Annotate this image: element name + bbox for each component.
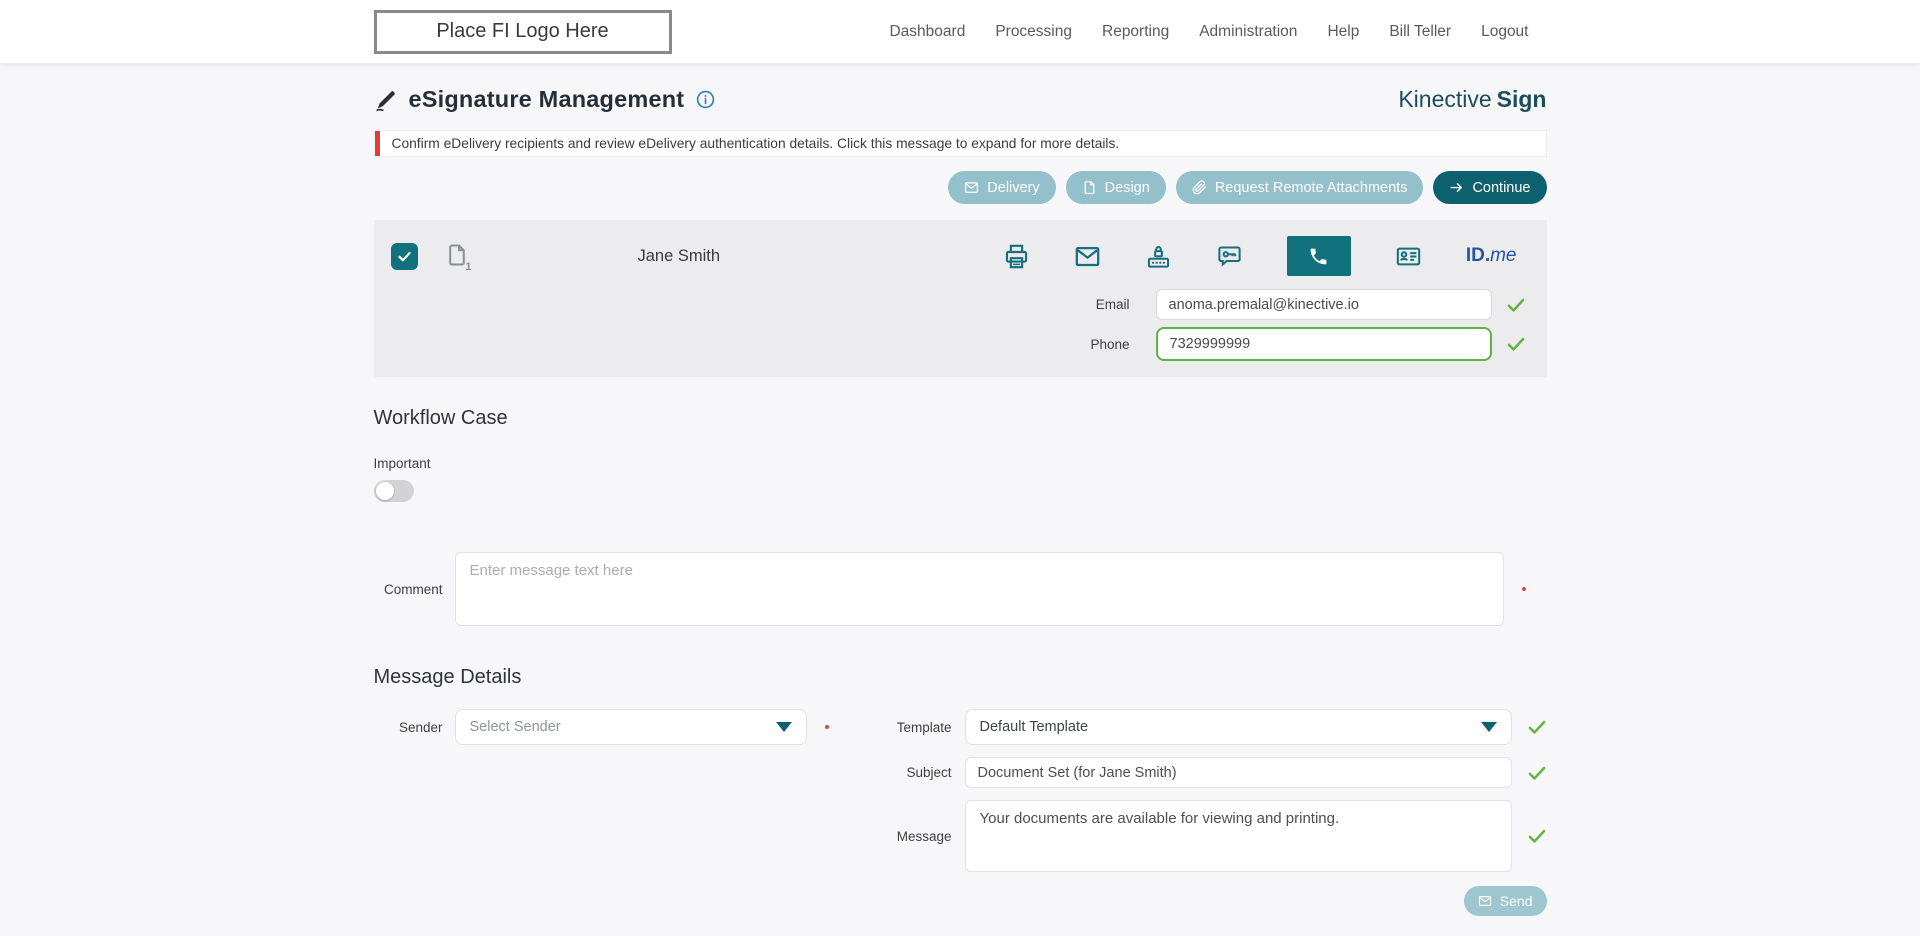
recipient-card: 1 Jane Smith ID.me Email anoma.premalal@… (373, 220, 1547, 377)
phone-valid-check-icon (1506, 334, 1526, 354)
sender-select-value: Select Sender (469, 719, 561, 735)
template-valid-check-icon (1527, 717, 1547, 737)
phone-auth-selected[interactable] (1286, 236, 1351, 276)
comment-textarea[interactable] (454, 552, 1504, 626)
workflow-case-heading: Workflow Case (373, 407, 508, 429)
subject-input[interactable] (964, 757, 1512, 788)
id-card-icon[interactable] (1395, 243, 1422, 270)
recipient-row: 1 Jane Smith ID.me (374, 230, 1547, 282)
document-count-icon[interactable]: 1 (445, 241, 472, 273)
continue-button[interactable]: Continue (1433, 171, 1547, 204)
action-button-row: Delivery Design Request Remote Attachmen… (374, 171, 1547, 204)
nav-logout[interactable]: Logout (1481, 23, 1528, 41)
fi-logo-text: Place FI Logo Here (436, 20, 609, 42)
brand-logo: Kinective Sign (1398, 86, 1546, 113)
subject-valid-check-icon (1527, 763, 1547, 783)
message-label: Message (896, 828, 952, 844)
main-nav: Dashboard Processing Reporting Administr… (889, 23, 1546, 41)
email-label: Email (1095, 297, 1130, 312)
template-label: Template (896, 719, 952, 735)
print-icon[interactable] (1003, 243, 1030, 270)
important-toggle[interactable] (373, 480, 414, 502)
delivery-method-icons: ID.me (1003, 236, 1517, 276)
check-icon (397, 251, 411, 261)
envelope-icon (965, 182, 979, 193)
email-row: Email (374, 289, 1547, 320)
message-textarea[interactable]: Your documents are available for viewing… (964, 800, 1512, 872)
top-nav-bar: Place FI Logo Here Dashboard Processing … (0, 0, 1920, 63)
paperclip-icon (1192, 180, 1206, 195)
delivery-button-label: Delivery (987, 179, 1040, 196)
send-button[interactable]: Send (1463, 886, 1547, 916)
comment-row: Comment (374, 552, 1547, 626)
important-label: Important (373, 456, 431, 471)
idme-suffix-text: me (1490, 245, 1517, 266)
request-remote-attachments-label: Request Remote Attachments (1214, 179, 1408, 196)
sms-passcode-icon[interactable] (1216, 243, 1243, 270)
idme-brand-text: ID. (1465, 245, 1491, 266)
message-valid-check-icon (1527, 826, 1547, 846)
nav-processing[interactable]: Processing (995, 23, 1072, 41)
document-icon (1084, 180, 1095, 195)
nav-user-bill-teller[interactable]: Bill Teller (1389, 23, 1451, 41)
email-delivery-icon[interactable] (1074, 243, 1101, 270)
alert-accent-bar (374, 131, 380, 156)
message-row: Message Your documents are available for… (374, 800, 1547, 872)
message-details-heading: Message Details (373, 666, 522, 688)
chevron-down-icon (1480, 722, 1497, 732)
idme-verification-icon[interactable]: ID.me (1466, 245, 1517, 267)
info-icon[interactable] (696, 90, 715, 109)
comment-label: Comment (383, 581, 443, 597)
page-header: eSignature Management Kinective Sign (374, 63, 1547, 113)
recipient-checkbox[interactable] (390, 242, 418, 270)
subject-label: Subject (906, 765, 952, 780)
send-button-label: Send (1499, 893, 1533, 909)
continue-button-label: Continue (1472, 179, 1531, 196)
phone-row: Phone (374, 327, 1547, 361)
nav-reporting[interactable]: Reporting (1102, 23, 1169, 41)
sender-template-row: Sender Select Sender Template Default Te… (374, 709, 1547, 745)
document-count: 1 (465, 261, 472, 273)
nav-dashboard[interactable]: Dashboard (889, 23, 965, 41)
recipient-name: Jane Smith (637, 246, 721, 265)
send-row: Send (374, 886, 1547, 936)
phone-label: Phone (1090, 336, 1130, 352)
sender-label: Sender (398, 719, 443, 735)
chevron-down-icon (775, 722, 792, 732)
alert-text: Confirm eDelivery recipients and review … (391, 136, 1120, 151)
email-valid-check-icon (1506, 295, 1526, 315)
nav-help[interactable]: Help (1327, 23, 1359, 41)
design-button[interactable]: Design (1065, 171, 1166, 204)
toggle-knob (375, 482, 394, 500)
nav-administration[interactable]: Administration (1199, 23, 1297, 41)
brand-name: Kinective (1398, 86, 1492, 112)
subject-row: Subject (374, 757, 1547, 788)
design-button-label: Design (1104, 179, 1150, 196)
password-auth-icon[interactable] (1145, 243, 1172, 270)
email-input[interactable] (1155, 289, 1492, 320)
delivery-button[interactable]: Delivery (948, 171, 1056, 204)
comment-required-dot (1521, 587, 1526, 591)
signature-pen-icon (374, 87, 399, 112)
arrow-right-icon (1450, 183, 1463, 192)
phone-input[interactable] (1155, 327, 1492, 361)
template-select[interactable]: Default Template (964, 709, 1512, 745)
phone-icon (1310, 248, 1327, 264)
fi-logo-placeholder: Place FI Logo Here (373, 9, 672, 54)
brand-product: Sign (1496, 86, 1547, 112)
alert-banner[interactable]: Confirm eDelivery recipients and review … (373, 130, 1547, 157)
sender-select[interactable]: Select Sender (454, 709, 807, 745)
sender-required-dot (824, 725, 829, 729)
envelope-icon (1478, 896, 1491, 906)
template-select-value: Default Template (979, 719, 1089, 735)
page-title: eSignature Management (408, 86, 685, 112)
request-remote-attachments-button[interactable]: Request Remote Attachments (1175, 171, 1424, 204)
